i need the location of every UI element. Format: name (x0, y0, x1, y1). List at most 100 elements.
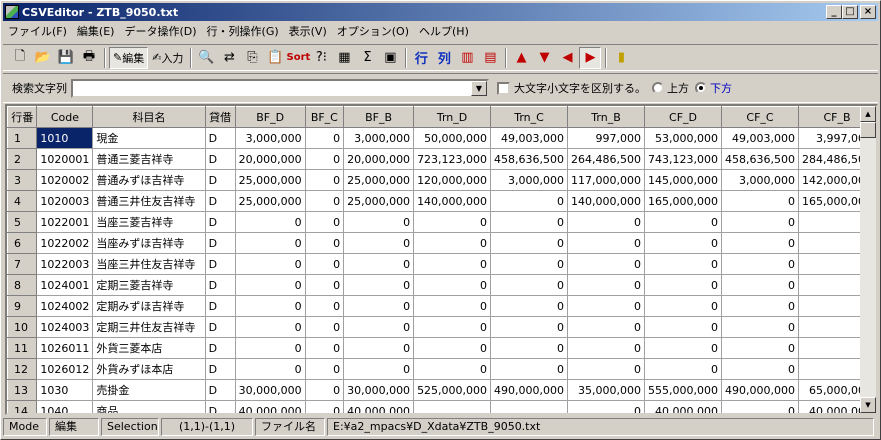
row-number[interactable]: 4 (7, 190, 38, 212)
table-cell[interactable]: 0 (235, 274, 306, 296)
table-cell[interactable]: 20,000,000 (343, 148, 415, 170)
table-cell[interactable]: 0 (721, 190, 799, 212)
table-cell[interactable]: D (205, 274, 236, 296)
table-cell[interactable]: 定期三井住友吉祥寺 (92, 316, 206, 338)
table-cell[interactable]: 0 (413, 211, 492, 233)
move-right-icon[interactable]: ▶ (579, 46, 602, 69)
data-grid[interactable]: 行番 Code 科目名 貸借 BF_D BF_C BF_B Trn_D Trn_C Trn_B CF… (5, 104, 878, 415)
table-cell[interactable]: 0 (235, 316, 306, 338)
table-cell[interactable]: 0 (343, 358, 415, 380)
table-cell[interactable]: 264,486,500 (567, 148, 646, 170)
column-header[interactable]: 貸借 (204, 106, 236, 128)
table-cell[interactable]: 0 (721, 232, 799, 254)
table-cell[interactable]: 458,636,500 (490, 148, 569, 170)
table-cell[interactable]: 3,000,000 (490, 169, 569, 191)
case-sensitive-checkbox[interactable] (497, 81, 510, 95)
table-cell[interactable]: 0 (721, 274, 799, 296)
sum-button[interactable]: Σ (356, 47, 378, 69)
row-number[interactable]: 3 (7, 169, 38, 191)
table-cell[interactable]: 0 (567, 337, 646, 359)
table-cell[interactable]: 1010 (36, 127, 94, 149)
table-cell[interactable]: 0 (343, 211, 415, 233)
edit-mode-button[interactable]: ✎ 編集 (109, 46, 149, 69)
find-icon[interactable]: 🔍 (195, 47, 217, 69)
table-cell[interactable]: 0 (567, 211, 646, 233)
table-cell[interactable]: 50,000,000 (413, 127, 492, 149)
table-cell[interactable]: 0 (305, 211, 345, 233)
table-cell[interactable]: 30,000,000 (235, 379, 306, 401)
table-cell[interactable]: 525,000,000 (413, 379, 492, 401)
table-cell[interactable]: 0 (343, 295, 415, 317)
table-cell[interactable]: 165,000,000 (644, 190, 722, 212)
app-icon[interactable] (5, 5, 19, 19)
table-cell[interactable]: 1040 (36, 400, 94, 413)
table-cell[interactable]: 25,000,000 (343, 190, 415, 212)
table-cell[interactable]: 0 (490, 253, 569, 275)
table-cell[interactable]: 997,000 (567, 127, 646, 149)
table-cell[interactable]: 0 (413, 358, 492, 380)
table-cell[interactable]: 外貨みずほ本店 (92, 358, 206, 380)
table-cell[interactable]: 0 (644, 295, 722, 317)
search-up-radio[interactable] (652, 82, 664, 94)
table-cell[interactable]: 0 (490, 358, 569, 380)
table-cell[interactable]: 0 (235, 358, 306, 380)
table-cell[interactable]: 0 (490, 316, 569, 338)
table-cell[interactable]: 1022001 (36, 211, 94, 233)
table-cell[interactable]: 0 (644, 274, 722, 296)
calculator-icon[interactable]: ▣ (379, 47, 401, 69)
table-cell[interactable]: 0 (721, 400, 799, 413)
table-cell[interactable]: 当座みずほ吉祥寺 (92, 232, 206, 254)
table-cell[interactable]: D (205, 253, 236, 275)
table-cell[interactable]: 0 (490, 295, 569, 317)
table-cell[interactable]: 普通みずほ吉祥寺 (92, 169, 206, 191)
table-cell[interactable]: 商品 (92, 400, 206, 413)
row-number[interactable]: 6 (7, 232, 38, 254)
table-cell[interactable]: 140,000,000 (413, 190, 492, 212)
table-cell[interactable]: 0 (567, 316, 646, 338)
table-cell[interactable]: 0 (343, 337, 415, 359)
table-cell[interactable]: 0 (235, 253, 306, 275)
close-button[interactable]: × (860, 5, 876, 19)
table-cell[interactable]: 0 (235, 211, 306, 233)
table-cell[interactable]: 0 (567, 295, 646, 317)
table-cell[interactable]: 0 (490, 190, 569, 212)
minimize-button[interactable]: _ (826, 5, 842, 19)
insert-col-button[interactable]: 列 (433, 47, 455, 69)
table-cell[interactable]: 40,000,000 (644, 400, 722, 413)
vertical-scrollbar[interactable]: ▲ ▼ (860, 106, 876, 413)
table-cell[interactable]: D (205, 379, 236, 401)
table-cell[interactable]: 0 (567, 232, 646, 254)
table-cell[interactable]: 0 (343, 316, 415, 338)
new-file-icon[interactable]: 🗋 (9, 47, 31, 69)
menu-help[interactable]: ヘルプ(H) (414, 23, 474, 40)
table-cell[interactable]: 0 (721, 211, 799, 233)
row-number[interactable]: 12 (7, 358, 38, 380)
table-cell[interactable]: 現金 (92, 127, 206, 149)
table-cell[interactable]: 0 (305, 169, 345, 191)
table-cell[interactable]: 0 (305, 127, 345, 149)
table-cell[interactable]: 0 (644, 337, 722, 359)
table-cell[interactable]: 1024002 (36, 295, 94, 317)
table-cell[interactable]: 743,123,000 (644, 148, 722, 170)
column-header[interactable]: CF_D (644, 106, 722, 128)
table-cell[interactable]: 0 (343, 253, 415, 275)
table-cell[interactable]: 売掛金 (92, 379, 206, 401)
table-cell[interactable]: 0 (305, 148, 345, 170)
sort-button[interactable]: Sort (287, 47, 311, 69)
table-cell[interactable]: 普通三井住友吉祥寺 (92, 190, 206, 212)
search-down-radio[interactable] (695, 82, 707, 94)
row-number[interactable]: 9 (7, 295, 38, 317)
search-input[interactable] (73, 80, 469, 96)
table-cell[interactable]: 1022002 (36, 232, 94, 254)
table-cell[interactable]: 0 (413, 316, 492, 338)
table-cell[interactable]: 20,000,000 (235, 148, 306, 170)
table-cell[interactable]: 0 (305, 295, 345, 317)
table-cell[interactable]: 117,000,000 (567, 169, 646, 191)
row-number[interactable]: 2 (7, 148, 38, 170)
table-cell[interactable] (490, 400, 569, 413)
table-cell[interactable]: 普通三菱吉祥寺 (92, 148, 206, 170)
table-cell[interactable]: 0 (721, 337, 799, 359)
table-cell[interactable]: 3,000,000 (235, 127, 306, 149)
table-cell[interactable]: 458,636,500 (721, 148, 799, 170)
search-combo[interactable]: ▼ (71, 78, 489, 98)
